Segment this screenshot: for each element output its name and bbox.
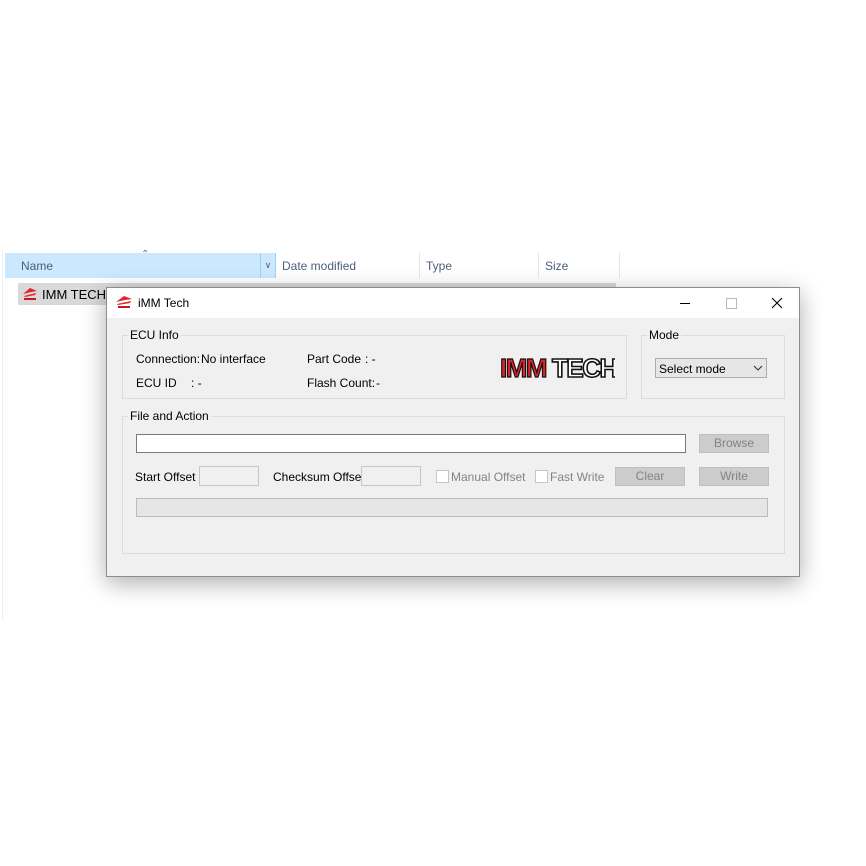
clear-button[interactable]: Clear: [615, 467, 685, 486]
part-code-value: : -: [365, 352, 376, 366]
mode-select-value: Select mode: [659, 362, 726, 376]
explorer-border: [2, 250, 3, 620]
column-header-type-label: Type: [426, 259, 453, 273]
part-code-label: Part Code: [307, 352, 362, 366]
manual-offset-checkbox[interactable]: [436, 470, 449, 483]
column-header-name-label: Name: [21, 259, 54, 273]
checksum-offset-input[interactable]: [361, 466, 421, 486]
checksum-offset-label: Checksum Offset: [273, 470, 365, 484]
browse-button[interactable]: Browse: [699, 434, 769, 453]
app-file-icon: [23, 288, 37, 300]
window-title: iMM Tech: [138, 296, 190, 310]
mode-select[interactable]: Select mode: [655, 358, 767, 378]
column-header-size-label: Size: [545, 259, 569, 273]
file-action-group-label: File and Action: [128, 409, 211, 423]
column-header-size[interactable]: Size: [539, 253, 620, 278]
manual-offset-label: Manual Offset: [451, 470, 526, 484]
minimize-button[interactable]: [662, 288, 708, 318]
fast-write-label: Fast Write: [550, 470, 605, 484]
close-button[interactable]: [754, 288, 800, 318]
ecu-id-value: : -: [191, 376, 202, 390]
chevron-down-icon: [753, 365, 763, 371]
app-icon: [116, 296, 132, 308]
column-header-name[interactable]: Name ⌃ ∨: [5, 249, 276, 278]
connection-value: No interface: [201, 352, 266, 366]
chevron-down-icon[interactable]: ∨: [260, 253, 275, 278]
maximize-button[interactable]: [708, 288, 754, 318]
fast-write-checkbox[interactable]: [535, 470, 548, 483]
sort-ascending-icon: ⌃: [141, 249, 150, 260]
start-offset-label: Start Offset: [135, 470, 196, 484]
start-offset-input[interactable]: [199, 466, 259, 486]
immtech-logo: IMM TECH: [499, 354, 615, 382]
mode-group-label: Mode: [647, 328, 682, 342]
column-header-date-label: Date modified: [282, 259, 357, 273]
close-icon: [771, 297, 783, 309]
flash-count-value: -: [376, 376, 380, 390]
flash-count-label: Flash Count:: [307, 376, 376, 390]
write-button[interactable]: Write: [699, 467, 769, 486]
ecu-info-group-label: ECU Info: [128, 328, 181, 342]
ecu-id-label: ECU ID: [136, 376, 177, 390]
progress-bar: [136, 498, 768, 517]
logo-text-white: TECH: [552, 354, 615, 382]
file-path-input[interactable]: [136, 434, 686, 453]
logo-text-red: IMM: [500, 354, 546, 382]
column-header-date[interactable]: Date modified: [276, 253, 420, 278]
column-header-type[interactable]: Type: [420, 253, 539, 278]
title-bar[interactable]: iMM Tech: [107, 288, 799, 318]
imm-tech-window: iMM Tech ECU Info Connection: No interfa…: [106, 287, 800, 577]
connection-label: Connection:: [136, 352, 201, 366]
